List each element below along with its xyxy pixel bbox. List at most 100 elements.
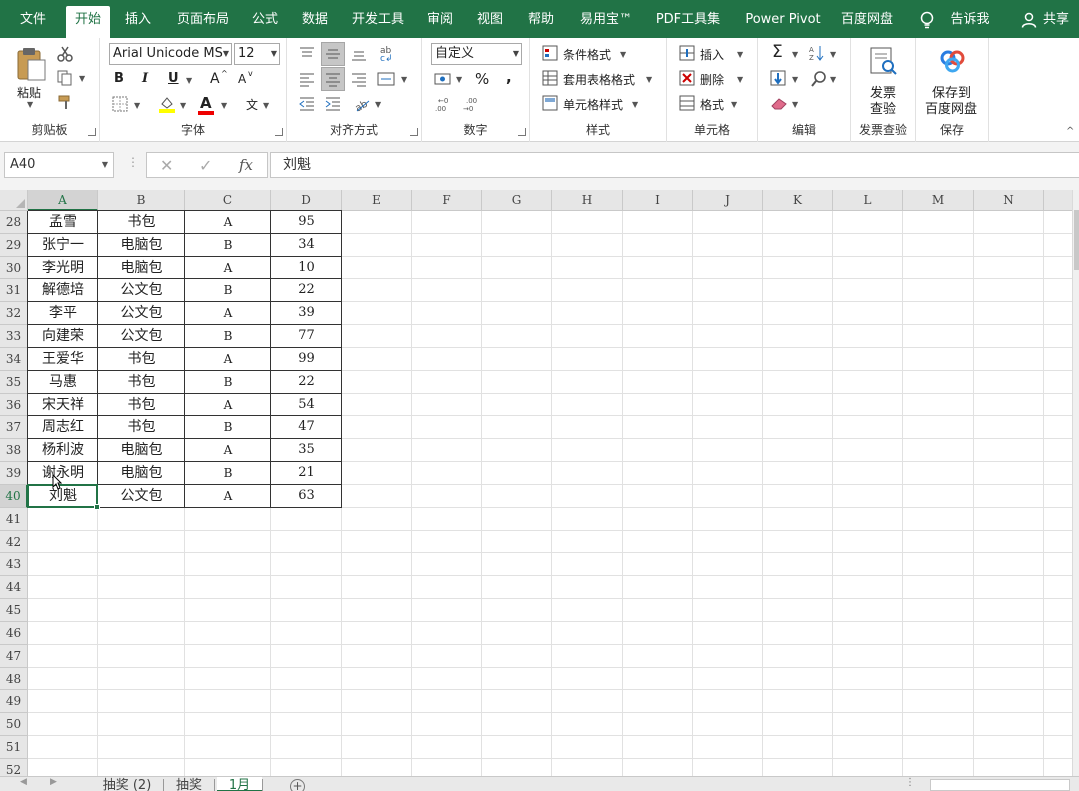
row-header[interactable]: 41 — [0, 507, 28, 531]
column-header[interactable]: G — [482, 190, 552, 211]
percent-button[interactable]: % — [475, 70, 489, 88]
cell-styles-button[interactable]: 单元格样式 — [563, 96, 623, 113]
vertical-scroll-thumb[interactable] — [1074, 210, 1079, 270]
sheet-tab[interactable]: 1月 — [217, 777, 262, 791]
menu-tab[interactable]: 开始 — [66, 6, 110, 38]
row-header[interactable]: 42 — [0, 530, 28, 554]
cut-icon[interactable] — [57, 46, 73, 62]
save-to-baidu-button-line2[interactable]: 百度网盘 — [925, 98, 977, 117]
accounting-format-icon[interactable] — [434, 71, 452, 87]
find-select-dropdown-icon[interactable]: ▼ — [830, 75, 836, 84]
increase-indent-icon[interactable] — [325, 96, 341, 112]
row-header[interactable]: 28 — [0, 211, 28, 234]
formula-input[interactable]: 刘魁 — [270, 152, 1079, 178]
row-header[interactable]: 47 — [0, 644, 28, 668]
insert-cells-button[interactable]: 插入 — [700, 46, 724, 63]
menu-tab[interactable]: 页面布局 — [169, 6, 237, 38]
menu-tab[interactable]: 文件 — [18, 6, 48, 38]
table-cell[interactable]: 书包 — [98, 416, 185, 439]
column-header[interactable]: C — [185, 190, 271, 211]
table-cell[interactable]: 李平 — [28, 302, 98, 325]
table-cell[interactable]: 公文包 — [98, 325, 185, 348]
table-cell[interactable]: 公文包 — [98, 485, 185, 508]
underline-dropdown-icon[interactable]: ▼ — [186, 76, 192, 85]
row-header[interactable]: 36 — [0, 393, 28, 417]
grow-font-button[interactable]: A — [210, 71, 220, 87]
row-header[interactable]: 48 — [0, 667, 28, 691]
table-cell[interactable]: 王爱华 — [28, 348, 98, 371]
table-cell[interactable]: 向建荣 — [28, 325, 98, 348]
column-header[interactable]: N — [974, 190, 1044, 211]
table-cell[interactable]: 电脑包 — [98, 462, 185, 485]
menu-tab[interactable]: 视图 — [470, 6, 510, 38]
copy-icon[interactable] — [57, 70, 73, 86]
bold-button[interactable]: B — [114, 71, 124, 86]
horizontal-scrollbar[interactable] — [930, 779, 1070, 791]
number-format-select[interactable]: 自定义 ▼ — [431, 43, 522, 65]
table-cell[interactable]: 书包 — [98, 211, 185, 234]
menu-tab[interactable]: 百度网盘 — [836, 6, 898, 38]
column-header[interactable]: E — [342, 190, 412, 211]
accounting-dropdown-icon[interactable]: ▼ — [456, 75, 462, 84]
more-options-icon[interactable]: ⋮ — [127, 155, 139, 169]
table-cell[interactable]: A — [185, 485, 271, 508]
column-header[interactable]: I — [623, 190, 693, 211]
row-header[interactable]: 46 — [0, 621, 28, 645]
merge-dropdown-icon[interactable]: ▼ — [401, 75, 407, 84]
menu-tab[interactable]: 插入 — [118, 6, 158, 38]
format-as-table-button[interactable]: 套用表格格式 — [563, 71, 635, 88]
sheet-tab[interactable]: 抽奖 (2) — [91, 777, 163, 791]
menu-tab[interactable]: PDF工具集 — [648, 6, 728, 38]
column-header[interactable]: H — [552, 190, 623, 211]
number-launcher-icon[interactable] — [518, 128, 526, 136]
row-header[interactable]: 38 — [0, 439, 28, 463]
column-header[interactable]: A — [28, 190, 98, 211]
column-header[interactable]: D — [271, 190, 342, 211]
invoice-check-button-line2[interactable]: 查验 — [870, 98, 896, 117]
enter-icon[interactable]: ✓ — [199, 156, 212, 175]
delete-cells-icon[interactable] — [679, 70, 695, 86]
format-as-table-icon[interactable] — [542, 70, 558, 86]
row-header[interactable]: 44 — [0, 576, 28, 600]
share-button[interactable]: 共享 — [1037, 6, 1075, 38]
table-cell[interactable]: 书包 — [98, 394, 185, 417]
table-cell[interactable]: B — [185, 416, 271, 439]
table-cell[interactable]: 39 — [271, 302, 342, 325]
borders-dropdown-icon[interactable]: ▼ — [134, 101, 140, 110]
font-name-select[interactable]: Arial Unicode MS ▼ — [109, 43, 232, 65]
table-cell[interactable]: 22 — [271, 279, 342, 302]
font-launcher-icon[interactable] — [275, 128, 283, 136]
table-cell[interactable]: 电脑包 — [98, 439, 185, 462]
font-color-dropdown-icon[interactable]: ▼ — [221, 101, 227, 110]
table-cell[interactable]: B — [185, 325, 271, 348]
worksheet-grid[interactable]: A B C D E F G H I J K L M N 28 29 30 31 32 33 34 35 36 37 38 39 40… — [0, 190, 1072, 776]
align-top-icon[interactable] — [299, 46, 315, 62]
table-cell[interactable]: 周志红 — [28, 416, 98, 439]
borders-icon[interactable] — [112, 96, 128, 112]
column-header[interactable]: B — [98, 190, 185, 211]
row-header[interactable]: 51 — [0, 736, 28, 759]
align-center-icon[interactable] — [325, 71, 341, 87]
italic-button[interactable]: I — [142, 71, 148, 86]
paste-dropdown-icon[interactable]: ▼ — [27, 100, 33, 109]
table-cell[interactable]: 10 — [271, 257, 342, 280]
format-dropdown-icon[interactable]: ▼ — [731, 100, 737, 109]
format-cells-icon[interactable] — [679, 95, 695, 111]
column-header[interactable]: M — [903, 190, 974, 211]
add-sheet-button[interactable]: + — [290, 779, 305, 791]
table-cell[interactable]: 34 — [271, 234, 342, 257]
row-header[interactable]: 33 — [0, 325, 28, 348]
conditional-format-icon[interactable] — [542, 45, 558, 61]
table-cell[interactable]: A — [185, 348, 271, 371]
name-box[interactable]: A40 ▼ — [4, 152, 114, 178]
table-cell[interactable]: B — [185, 371, 271, 394]
table-cell[interactable]: 杨利波 — [28, 439, 98, 462]
fill-color-dropdown-icon[interactable]: ▼ — [180, 101, 186, 110]
row-header[interactable]: 32 — [0, 302, 28, 326]
cancel-icon[interactable]: ✕ — [160, 156, 173, 175]
column-header[interactable]: J — [693, 190, 763, 211]
menu-tab[interactable]: 易用宝™ — [570, 6, 642, 38]
select-all-button[interactable] — [0, 190, 28, 211]
comma-button[interactable]: , — [506, 68, 512, 86]
table-cell[interactable]: B — [185, 462, 271, 485]
